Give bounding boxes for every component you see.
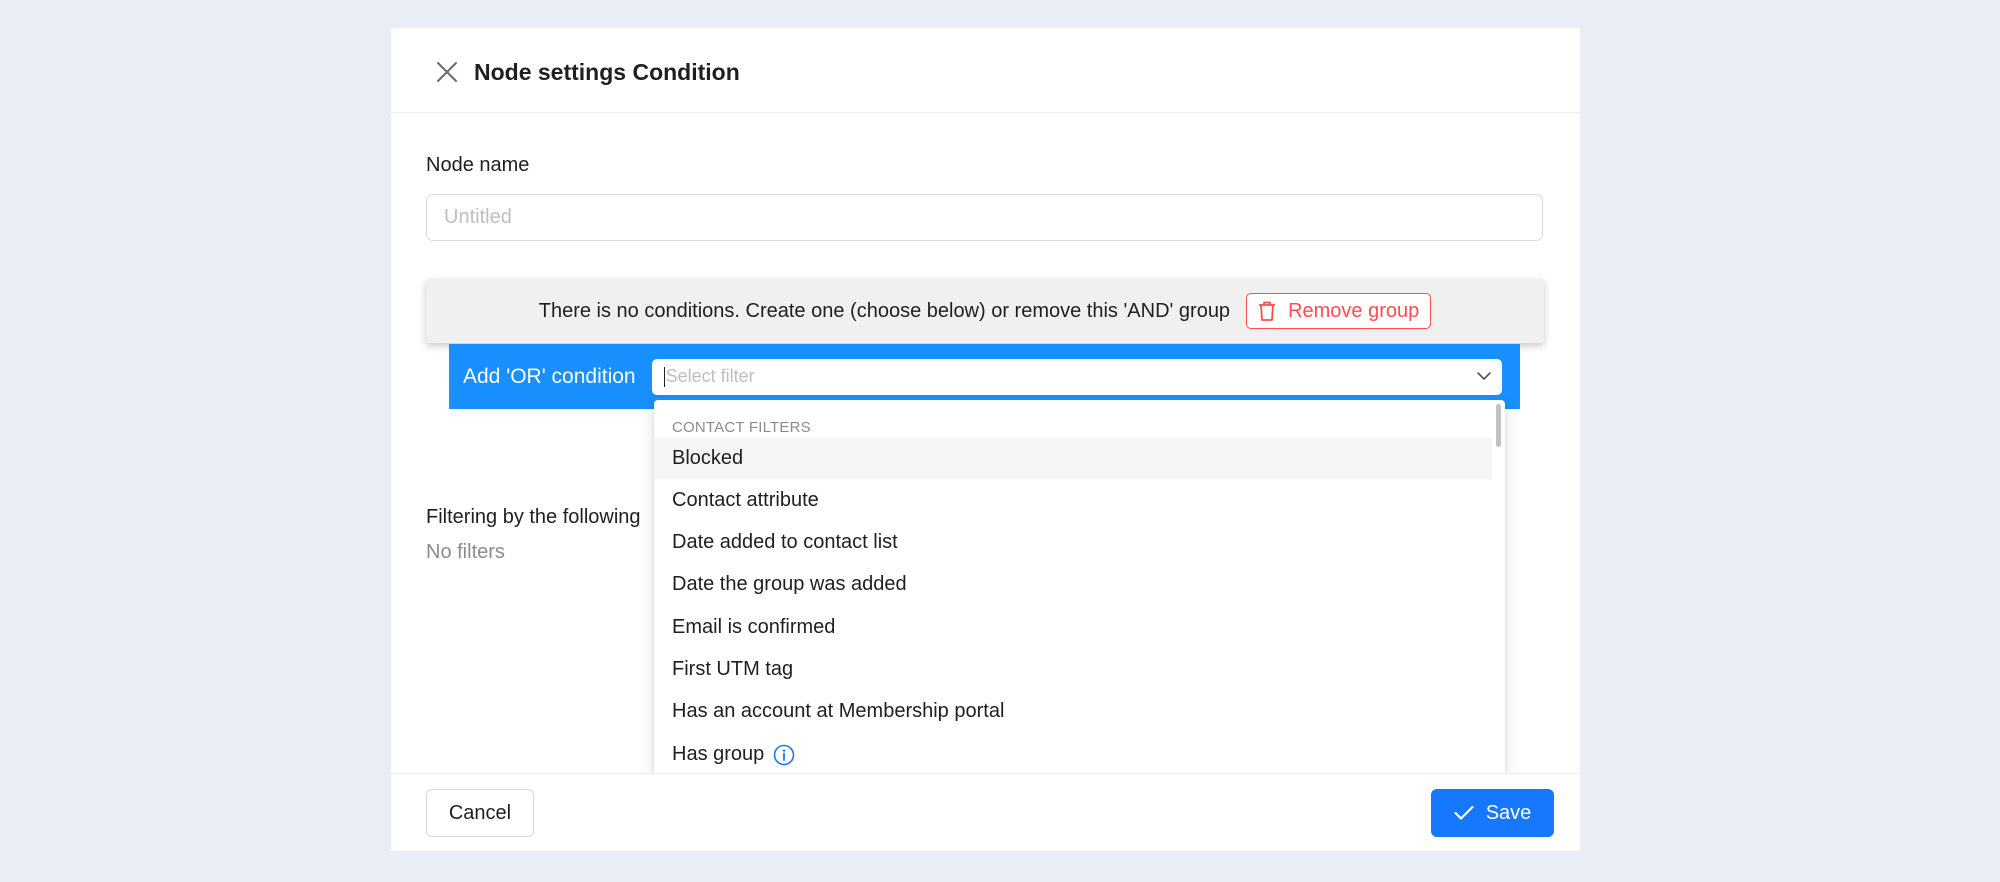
filtering-label: Filtering by the following [426, 506, 641, 528]
no-filters-text: No filters [426, 541, 505, 563]
dropdown-item-label: Blocked [672, 447, 744, 469]
node-name-label: Node name [426, 154, 530, 176]
save-label: Save [1485, 801, 1532, 824]
check-icon [1454, 805, 1474, 820]
cancel-button[interactable]: Cancel [426, 789, 534, 837]
info-icon[interactable] [773, 744, 795, 766]
dropdown-item-has-group[interactable]: Has group [654, 734, 1492, 775]
dropdown-item-label: Contact attribute [672, 489, 819, 511]
node-settings-modal: Node settings Condition Node name There … [391, 28, 1580, 851]
remove-group-label: Remove group [1288, 299, 1420, 322]
trash-icon [1259, 301, 1276, 321]
save-button[interactable]: Save [1431, 789, 1554, 837]
dropdown-item-label: Has group [672, 743, 765, 765]
text-cursor [663, 366, 665, 387]
close-button[interactable] [431, 56, 463, 88]
dropdown-item-date-group-added[interactable]: Date the group was added [654, 564, 1492, 605]
dropdown-item-label: Email is confirmed [672, 616, 836, 638]
dropdown-item-membership-account[interactable]: Has an account at Membership portal [654, 691, 1492, 732]
dropdown-item-first-utm-tag[interactable]: First UTM tag [654, 649, 1492, 690]
dropdown-item-email-confirmed[interactable]: Email is confirmed [654, 607, 1492, 648]
filter-dropdown: CONTACT FILTERS Blocked Contact attribut… [654, 400, 1505, 776]
filter-select-placeholder: Select filter [665, 366, 755, 386]
dropdown-group-label: CONTACT FILTERS [672, 419, 811, 436]
chevron-down-icon [1476, 371, 1491, 380]
dropdown-item-contact-attribute[interactable]: Contact attribute [654, 480, 1492, 521]
dropdown-item-date-added[interactable]: Date added to contact list [654, 522, 1492, 563]
or-condition-label: Add 'OR' condition [463, 364, 636, 388]
dropdown-item-label: First UTM tag [672, 658, 794, 680]
dropdown-item-label: Has an account at Membership portal [672, 700, 1005, 722]
and-group-panel: There is no conditions. Create one (choo… [426, 279, 1544, 343]
dropdown-item-label: Date added to contact list [672, 531, 898, 553]
node-name-input[interactable] [426, 194, 1543, 241]
and-group-message: There is no conditions. Create one (choo… [538, 299, 1231, 322]
dropdown-scrollbar[interactable] [1496, 404, 1501, 447]
filter-select[interactable]: Select filter [651, 358, 1502, 395]
dropdown-item-label: Date the group was added [672, 573, 907, 595]
close-icon [437, 62, 457, 82]
modal-title: Node settings Condition [474, 59, 740, 85]
remove-group-button[interactable]: Remove group [1246, 293, 1432, 329]
dropdown-item-blocked[interactable]: Blocked [654, 438, 1492, 479]
modal-footer: Cancel Save [391, 773, 1580, 851]
modal-header: Node settings Condition [391, 28, 1580, 113]
